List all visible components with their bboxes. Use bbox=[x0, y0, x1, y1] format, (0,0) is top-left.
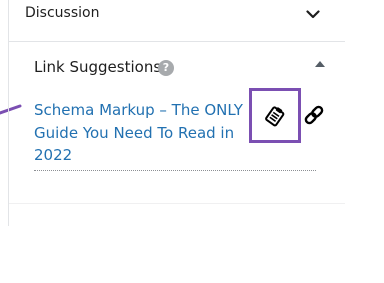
link-icon bbox=[304, 105, 324, 125]
editor-sidebar: Discussion Link Suggestions ? Schema Mar… bbox=[0, 0, 384, 283]
discussion-panel-header[interactable]: Discussion bbox=[9, 0, 345, 42]
chevron-down-icon[interactable] bbox=[303, 5, 323, 23]
clipboard-icon bbox=[265, 105, 285, 126]
sidebar-panel: Discussion Link Suggestions ? Schema Mar… bbox=[8, 0, 345, 226]
triangle-up-icon[interactable] bbox=[315, 61, 325, 67]
copy-link-button[interactable] bbox=[249, 88, 301, 143]
panel-divider bbox=[9, 203, 345, 204]
divider bbox=[34, 170, 316, 171]
link-suggestions-title: Link Suggestions bbox=[34, 58, 162, 76]
suggestion-link[interactable]: Schema Markup – The ONLY Guide You Need … bbox=[34, 99, 244, 167]
insert-link-button[interactable] bbox=[301, 103, 327, 127]
help-icon[interactable]: ? bbox=[158, 60, 174, 76]
discussion-title: Discussion bbox=[25, 5, 100, 21]
